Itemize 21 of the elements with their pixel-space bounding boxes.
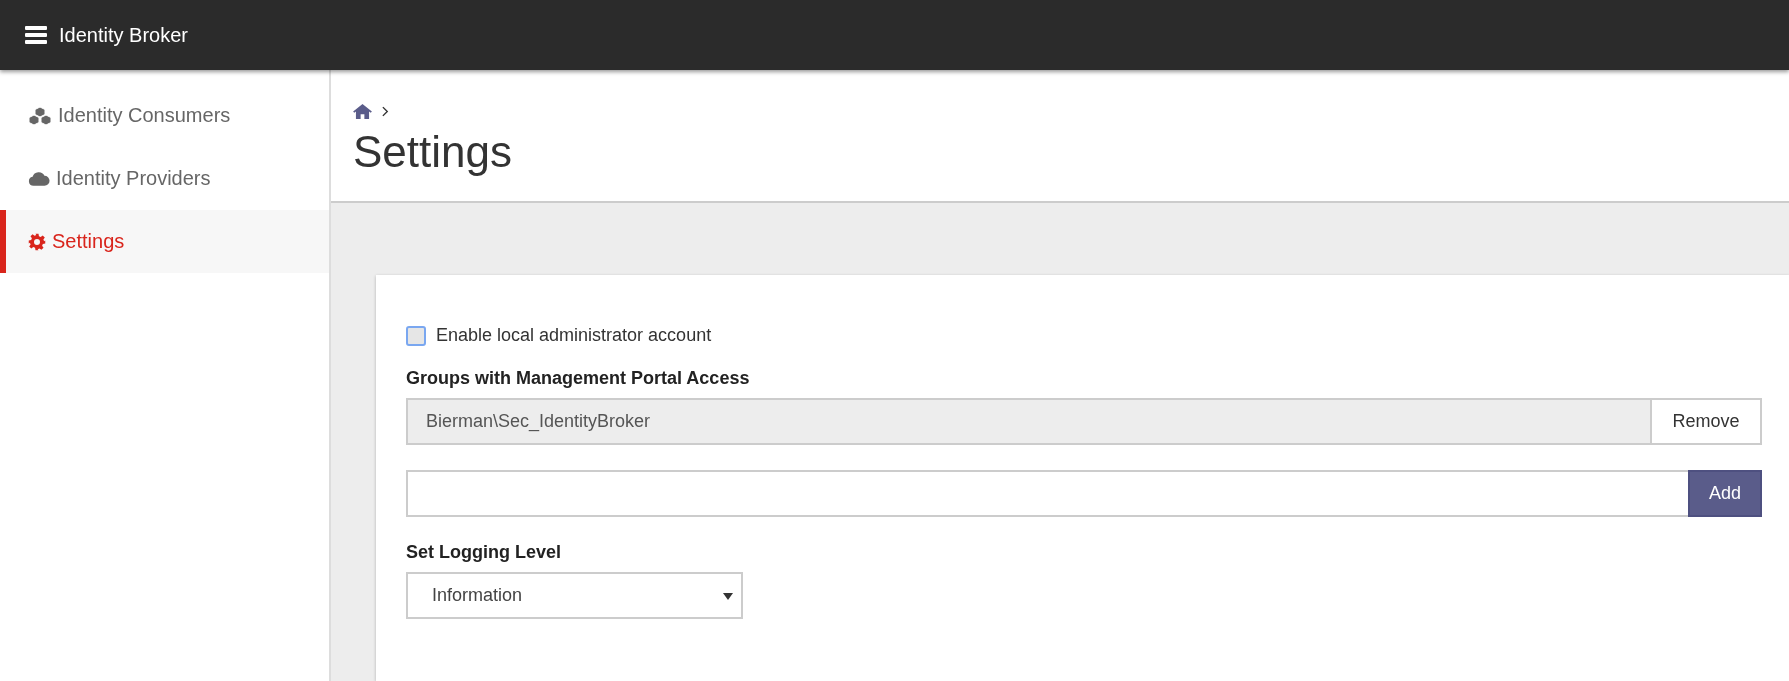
checkbox-label: Enable local administrator account — [436, 325, 712, 346]
field-label: Groups with Management Portal Access — [406, 368, 751, 389]
page-title: Settings — [353, 127, 513, 177]
group-field: Bierman\Sec_IdentityBroker — [406, 398, 1650, 445]
gear-icon — [28, 232, 46, 251]
cubes-icon — [28, 105, 52, 126]
sidebar-item[interactable]: Identity Providers — [0, 147, 329, 210]
sidebar-item[interactable]: Identity Consumers — [0, 84, 329, 147]
remove-button[interactable]: Remove — [1650, 398, 1762, 445]
app-title: Identity Broker — [59, 23, 188, 47]
logging-level-dropdown[interactable]: Information — [406, 572, 743, 619]
add-button[interactable]: Add — [1688, 470, 1762, 517]
cloud-icon — [28, 171, 50, 186]
field-label: Set Logging Level — [406, 542, 562, 563]
chevron-right-icon — [382, 106, 389, 117]
sidebar-item[interactable]: Settings — [0, 210, 329, 273]
input-field[interactable] — [406, 470, 1688, 517]
menu-icon[interactable] — [25, 26, 47, 44]
home-icon[interactable] — [353, 104, 372, 119]
caret-icon — [723, 590, 733, 601]
checkbox[interactable] — [406, 325, 426, 346]
